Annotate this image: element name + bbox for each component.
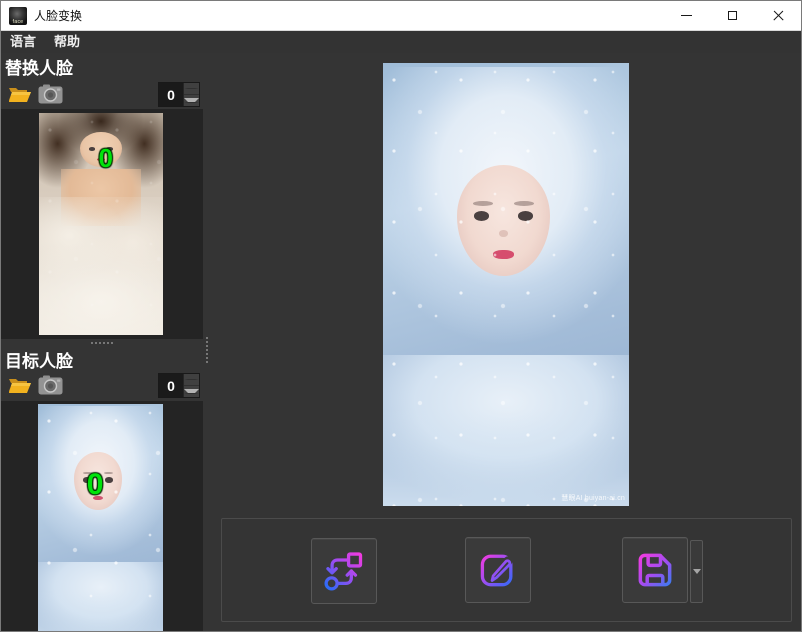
titlebar: face 人脸变换 bbox=[1, 1, 801, 31]
save-floppy-icon bbox=[633, 548, 677, 592]
camera-icon bbox=[38, 84, 63, 104]
close-icon bbox=[773, 10, 784, 21]
target-panel-header: 目标人脸 bbox=[5, 347, 73, 372]
source-face-index-value[interactable]: 0 bbox=[159, 83, 183, 106]
swap-face-button[interactable] bbox=[311, 538, 377, 604]
target-camera-button[interactable] bbox=[37, 374, 63, 396]
source-face-overlay-label: 0 bbox=[99, 143, 113, 174]
chevron-down-icon bbox=[693, 569, 701, 574]
source-spin-up-button[interactable] bbox=[184, 83, 199, 95]
spin-up-icon bbox=[184, 88, 199, 89]
target-face-index-value[interactable]: 0 bbox=[159, 374, 183, 397]
edit-pencil-icon bbox=[476, 548, 520, 592]
app-icon-label: face bbox=[13, 19, 24, 25]
menubar: 语言 帮助 bbox=[1, 31, 801, 53]
preview-watermark: 慧眼AI huiyan-ai.cn bbox=[561, 493, 625, 503]
spin-down-icon bbox=[184, 389, 199, 394]
source-spin-down-button[interactable] bbox=[184, 95, 199, 106]
target-face-index-spinner[interactable]: 0 bbox=[158, 373, 200, 398]
folder-icon bbox=[8, 84, 32, 104]
menu-item-language[interactable]: 语言 bbox=[1, 31, 45, 53]
target-open-folder-button[interactable] bbox=[7, 374, 33, 396]
source-open-folder-button[interactable] bbox=[7, 83, 33, 105]
target-face-index-arrows bbox=[183, 374, 199, 397]
save-button[interactable] bbox=[622, 537, 688, 603]
source-thumbnail-list[interactable]: 0 bbox=[1, 109, 203, 339]
action-bar bbox=[221, 518, 792, 622]
spin-down-icon bbox=[184, 98, 199, 103]
swap-route-icon bbox=[322, 549, 366, 593]
minimize-button[interactable] bbox=[663, 1, 709, 30]
source-panel-header: 替换人脸 bbox=[5, 54, 73, 79]
source-face-index-spinner[interactable]: 0 bbox=[158, 82, 200, 107]
minimize-icon bbox=[681, 15, 692, 16]
vertical-splitter-handle[interactable] bbox=[203, 334, 210, 366]
folder-icon bbox=[8, 375, 32, 395]
save-dropdown-button[interactable] bbox=[690, 540, 703, 603]
target-thumbnail[interactable]: 0 bbox=[38, 404, 163, 632]
horizontal-splitter-handle[interactable] bbox=[1, 339, 203, 347]
snow-overlay bbox=[383, 63, 629, 506]
window-controls bbox=[663, 1, 801, 30]
menu-item-help[interactable]: 帮助 bbox=[45, 31, 89, 53]
target-spin-up-button[interactable] bbox=[184, 374, 199, 386]
preview-image: 慧眼AI huiyan-ai.cn bbox=[383, 63, 629, 506]
edit-button[interactable] bbox=[465, 537, 531, 603]
target-thumbnail-list[interactable]: 0 bbox=[1, 401, 203, 632]
maximize-icon bbox=[728, 11, 737, 20]
source-camera-button[interactable] bbox=[37, 83, 63, 105]
window-title: 人脸变换 bbox=[34, 7, 82, 24]
spin-up-icon bbox=[184, 379, 199, 380]
camera-icon bbox=[38, 375, 63, 395]
close-button[interactable] bbox=[755, 1, 801, 30]
target-face-overlay-label: 0 bbox=[87, 468, 104, 502]
snow-overlay bbox=[38, 404, 163, 632]
app-icon: face bbox=[9, 7, 27, 25]
source-face-index-arrows bbox=[183, 83, 199, 106]
source-thumbnail[interactable]: 0 bbox=[39, 113, 163, 335]
target-spin-down-button[interactable] bbox=[184, 386, 199, 397]
app-window: face 人脸变换 语言 帮助 替换人脸 0 bbox=[0, 0, 802, 632]
maximize-button[interactable] bbox=[709, 1, 755, 30]
